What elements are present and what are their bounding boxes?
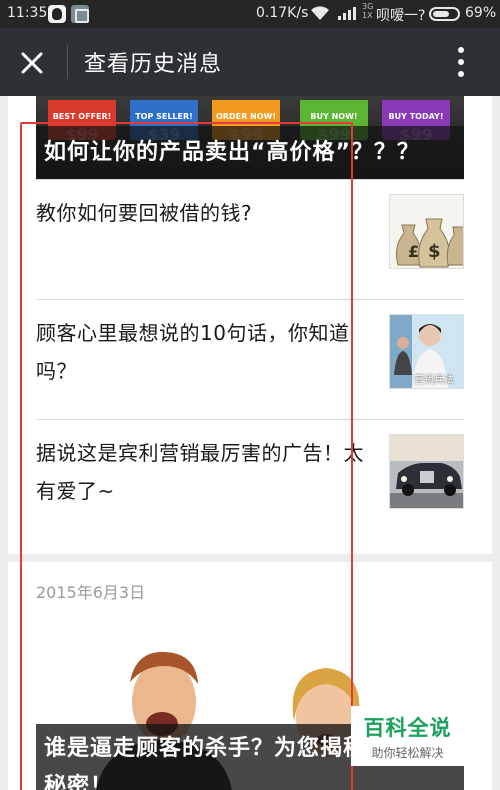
thumbnail-caption: 营销兵法	[414, 375, 454, 386]
status-bar: 11:35 0.17K/s 3G 1X 呗嗳一? 69%	[0, 0, 500, 28]
qq-notification-icon	[48, 5, 66, 23]
money-bags-thumbnail: £ $	[389, 194, 464, 269]
battery-icon	[429, 7, 460, 21]
battery-fill	[433, 11, 449, 17]
network-speed: 0.17K/s	[256, 5, 309, 21]
price-tag-label: BUY TODAY!	[388, 112, 444, 121]
price-tag-label: BEST OFFER!	[52, 112, 112, 121]
network-type: 3G 1X	[362, 2, 373, 20]
car-image	[390, 435, 463, 508]
more-dot	[458, 71, 464, 77]
carrier-name: 呗嗳一?	[376, 8, 426, 24]
car-thumbnail	[389, 434, 464, 509]
svg-text:$: $	[428, 241, 441, 262]
app-bar: 查看历史消息	[0, 28, 500, 96]
price-tag-label: TOP SELLER!	[135, 112, 193, 121]
money-bags-image: £ $	[390, 195, 463, 268]
person-thumbnail: 营销兵法	[389, 314, 464, 389]
more-dot	[458, 47, 464, 53]
svg-text:£: £	[408, 242, 419, 261]
highlight-annotation	[20, 122, 353, 790]
more-dot	[458, 59, 464, 65]
network-type-sub: 1X	[362, 11, 373, 20]
baike-watermark: 百科全说 助你轻松解决	[351, 706, 464, 766]
price-tag-label: ORDER NOW!	[216, 112, 276, 121]
status-time: 11:35	[7, 5, 48, 21]
watermark-brand: 百科全说	[363, 716, 452, 740]
app-notification-icon	[71, 5, 89, 23]
app-bar-divider	[67, 45, 68, 79]
more-vertical-icon[interactable]	[450, 44, 472, 80]
close-icon[interactable]	[14, 45, 50, 81]
page-title: 查看历史消息	[84, 52, 223, 77]
watermark-slogan: 助你轻松解决	[371, 746, 444, 760]
wifi-icon	[311, 6, 329, 20]
price-tag-label: BUY NOW!	[310, 112, 358, 121]
battery-percent: 69%	[465, 5, 497, 21]
network-type-main: 3G	[362, 2, 374, 11]
